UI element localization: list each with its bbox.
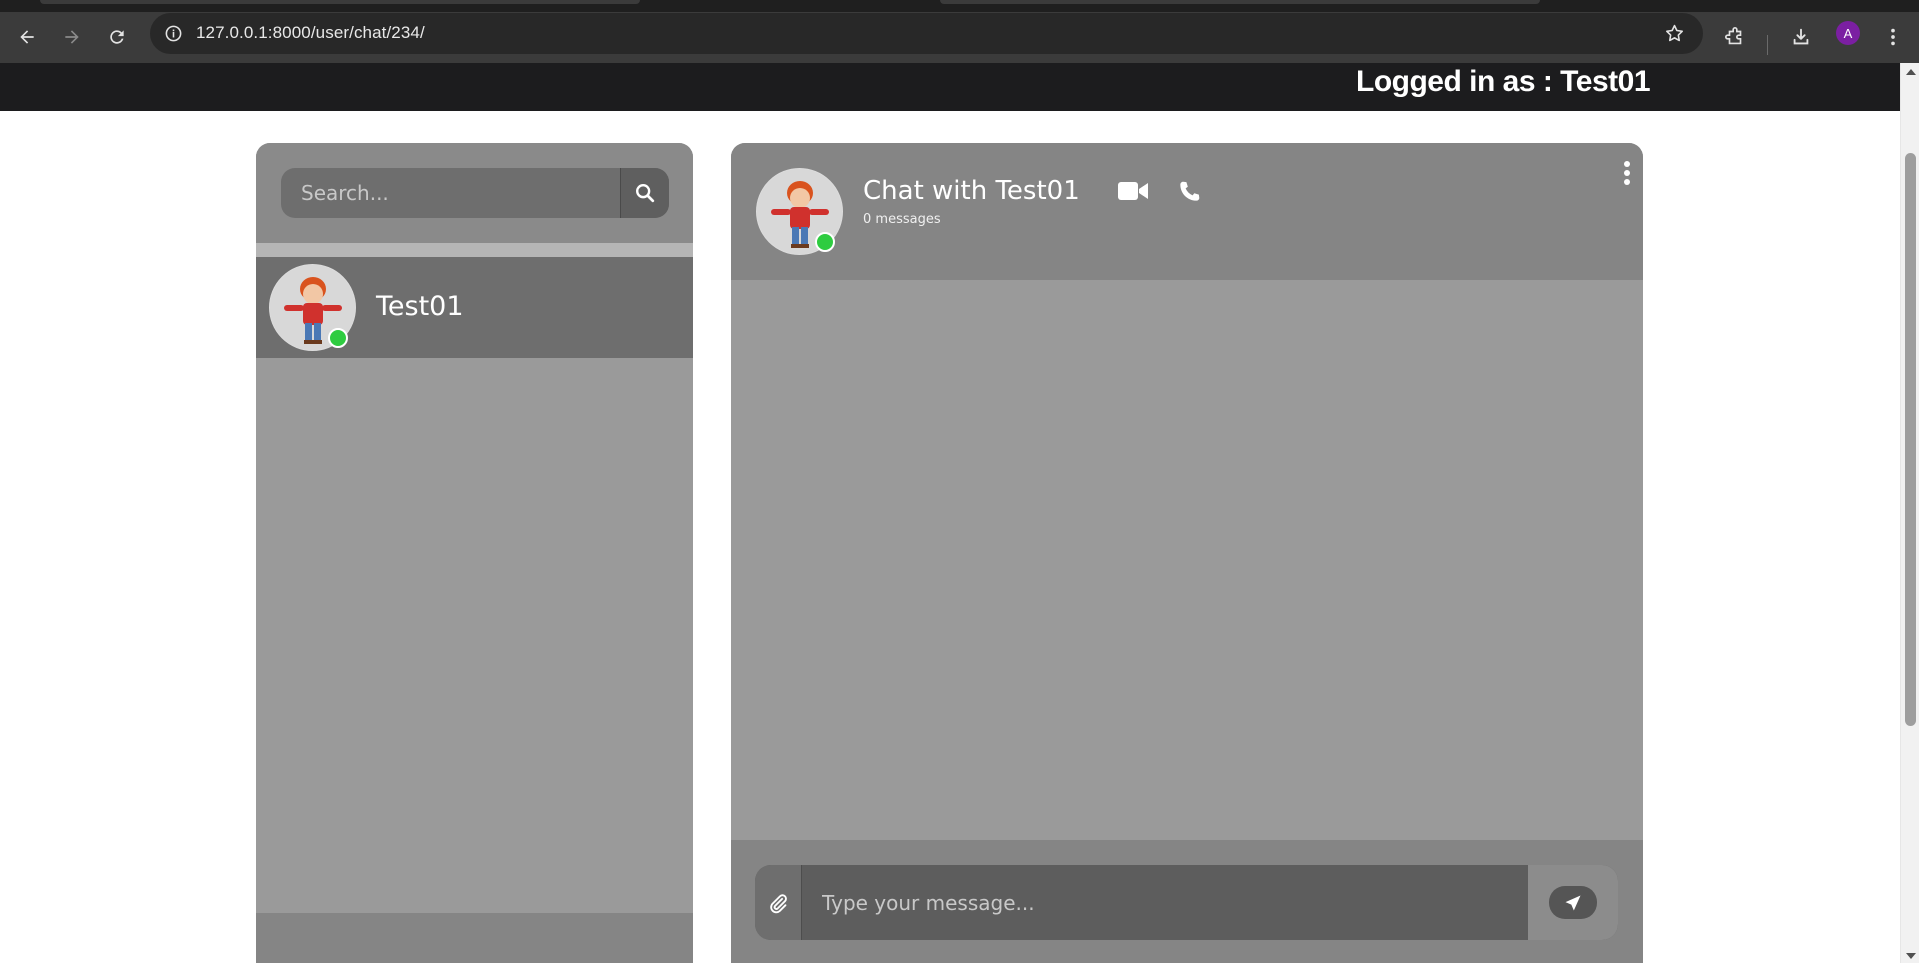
tab-strip (0, 0, 1919, 12)
online-status-dot (328, 328, 348, 348)
puzzle-icon (1725, 27, 1742, 45)
reload-button[interactable] (100, 20, 134, 54)
more-vertical-icon (1624, 161, 1630, 167)
url-text[interactable]: 127.0.0.1:8000/user/chat/234/ (196, 23, 425, 43)
composer-footer (731, 840, 1643, 963)
contact-item-test01[interactable]: Test01 (256, 257, 693, 358)
message-composer (755, 865, 1618, 940)
chat-menu-button[interactable] (1622, 161, 1632, 187)
messages-area[interactable] (731, 280, 1643, 840)
info-icon[interactable] (164, 24, 183, 43)
search-button[interactable] (620, 168, 669, 218)
video-camera-icon (1118, 182, 1148, 200)
download-icon (1793, 28, 1809, 45)
send-area (1528, 865, 1618, 940)
browser-chrome: 127.0.0.1:8000/user/chat/234/ A (0, 0, 1919, 63)
chat-panel: Chat with Test01 0 messages (731, 143, 1643, 963)
browser-toolbar: 127.0.0.1:8000/user/chat/234/ A (0, 12, 1919, 63)
online-status-dot (815, 232, 835, 252)
voice-call-button[interactable] (1175, 178, 1203, 206)
contacts-sidebar: Test01 (256, 143, 693, 963)
contact-name: Test01 (376, 291, 464, 322)
search-area (256, 143, 693, 243)
more-vertical-icon (1891, 28, 1895, 46)
video-call-button[interactable] (1117, 179, 1149, 203)
reload-icon (110, 30, 124, 44)
sidebar-divider (256, 243, 693, 257)
downloads-button[interactable] (1784, 20, 1818, 54)
message-input[interactable] (803, 865, 1528, 940)
arrow-right-icon (65, 30, 79, 44)
bookmark-star-icon[interactable] (1664, 23, 1685, 44)
scrollbar-thumb[interactable] (1905, 153, 1916, 726)
message-count: 0 messages (863, 212, 941, 227)
send-icon (1565, 895, 1581, 910)
toolbar-separator (1767, 35, 1768, 55)
browser-tab[interactable] (40, 0, 640, 4)
attach-button[interactable] (755, 865, 802, 940)
arrow-left-icon (20, 30, 34, 44)
logged-in-label: Logged in as : Test01 (1356, 65, 1651, 98)
forward-button[interactable] (55, 20, 89, 54)
search-input[interactable] (281, 168, 621, 218)
send-button[interactable] (1549, 886, 1597, 919)
extensions-button[interactable] (1718, 20, 1752, 54)
profile-avatar[interactable]: A (1836, 21, 1860, 45)
scroll-up-arrow-icon[interactable] (1906, 69, 1916, 75)
browser-menu-button[interactable] (1876, 20, 1910, 54)
scroll-down-arrow-icon[interactable] (1906, 953, 1916, 959)
sidebar-footer (256, 913, 693, 963)
paperclip-icon (770, 893, 787, 913)
address-bar[interactable]: 127.0.0.1:8000/user/chat/234/ (150, 13, 1703, 54)
search-box (281, 168, 669, 218)
page-scrollbar[interactable] (1900, 63, 1919, 963)
chat-title: Chat with Test01 (863, 176, 1080, 206)
search-icon (636, 184, 655, 203)
browser-tab[interactable] (940, 0, 1540, 4)
back-button[interactable] (10, 20, 44, 54)
page-header: Logged in as : Test01 (0, 63, 1900, 111)
chat-header: Chat with Test01 0 messages (731, 143, 1643, 280)
phone-icon (1180, 181, 1200, 201)
